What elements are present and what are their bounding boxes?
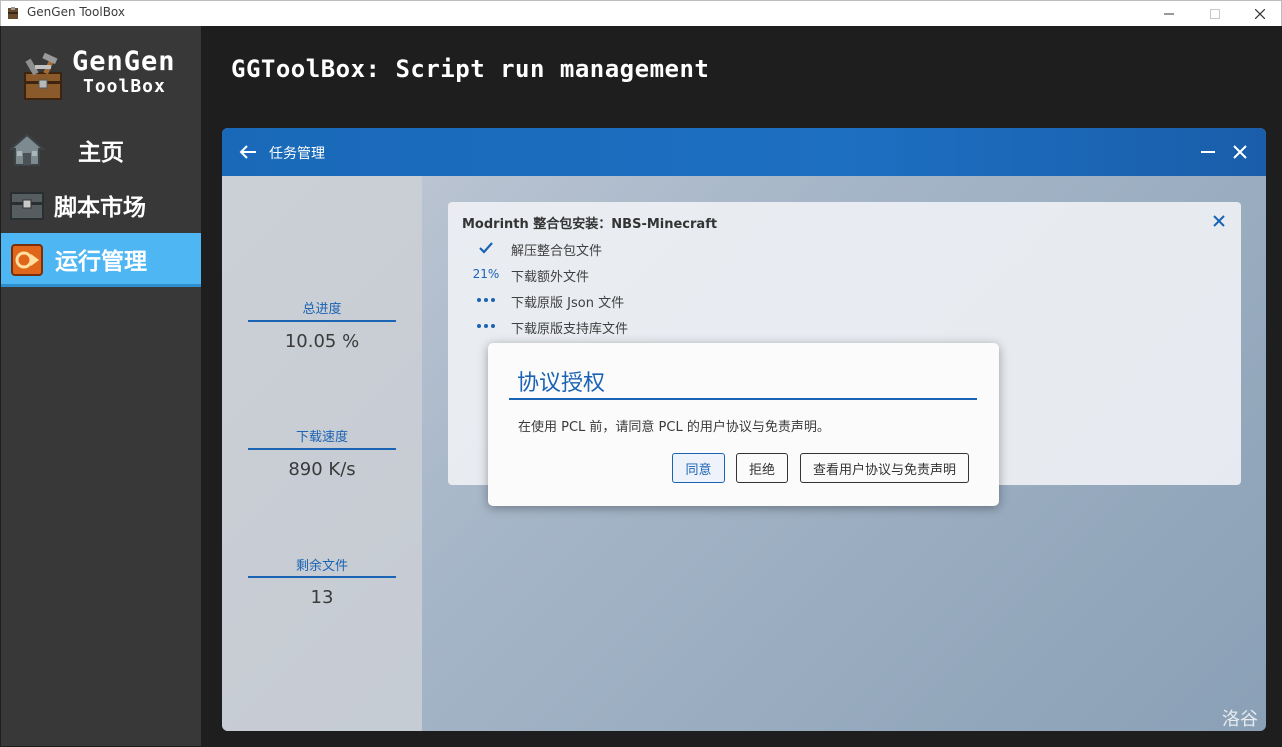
nav-item-script-market[interactable]: 脚本市场 — [1, 178, 201, 232]
launcher-title: 任务管理 — [269, 146, 325, 162]
minimize-icon[interactable] — [1198, 142, 1218, 162]
watermark: 洛谷 — [1222, 709, 1258, 730]
minimize-button[interactable] — [1146, 1, 1192, 27]
task-title: Modrinth 整合包安装：NBS-Minecraft — [462, 217, 718, 232]
stat-divider — [248, 448, 396, 450]
task-step-label: 下载原版支持库文件 — [511, 322, 629, 337]
dialog-divider — [509, 398, 977, 400]
task-step: 下载原版支持库文件 — [462, 315, 1222, 337]
task-step-label: 解压整合包文件 — [511, 244, 603, 259]
nav-item-run-management[interactable]: 运行管理 — [1, 233, 201, 287]
stat-value-total-progress: 10.05 % — [284, 331, 360, 352]
stat-label-download-speed: 下载速度 — [295, 430, 348, 445]
back-arrow-icon[interactable] — [238, 142, 258, 162]
agreement-dialog: 协议授权 在使用 PCL 前，请同意 PCL 的用户协议与免责声明。 同意 拒绝… — [488, 343, 999, 506]
logo-title: GenGen — [72, 46, 176, 77]
stats-panel: 总进度 10.05 % 下载速度 890 K/s 剩余文件 13 — [222, 176, 422, 731]
dialog-title: 协议授权 — [517, 371, 606, 396]
stat-value-remaining-files: 13 — [310, 587, 334, 608]
gear-play-icon — [11, 244, 43, 276]
task-step: 21% 下载额外文件 — [462, 263, 1222, 285]
stat-divider — [248, 576, 396, 578]
minimize-icon — [1164, 13, 1174, 15]
stat-value-download-speed: 890 K/s — [288, 459, 356, 480]
view-agreement-button[interactable]: 查看用户协议与免责声明 — [800, 453, 969, 483]
close-icon[interactable] — [1230, 142, 1250, 162]
window-title: GenGen ToolBox — [27, 5, 126, 19]
launcher-topbar: 任务管理 — [222, 128, 1266, 176]
sidebar: GenGen ToolBox 主页 脚本市场 运行管理 — [1, 26, 201, 746]
page-title: GGToolBox: Script run management — [231, 55, 710, 83]
stat-label-remaining-files: 剩余文件 — [295, 559, 348, 574]
house-icon — [9, 133, 45, 166]
dialog-message: 在使用 PCL 前，请同意 PCL 的用户协议与免责声明。 — [518, 420, 830, 435]
close-icon — [1255, 9, 1265, 19]
reject-button[interactable]: 拒绝 — [736, 453, 788, 483]
close-icon[interactable] — [1212, 214, 1226, 228]
nav-item-script-market-label: 脚本市场 — [54, 195, 146, 221]
task-step: 解压整合包文件 — [462, 237, 1222, 259]
logo-subtitle: ToolBox — [83, 76, 166, 97]
app-icon — [8, 7, 18, 19]
maximize-button[interactable] — [1192, 1, 1238, 27]
nav-item-run-management-label: 运行管理 — [55, 248, 147, 275]
stat-label-total-progress: 总进度 — [302, 302, 342, 317]
close-window-button[interactable] — [1237, 1, 1282, 27]
nav-item-home-label: 主页 — [78, 140, 124, 166]
toolbox-logo-icon — [24, 53, 62, 100]
pending-dots-icon — [462, 315, 510, 337]
task-step-percent: 21% — [472, 267, 500, 281]
stat-divider — [248, 320, 396, 322]
task-step-label: 下载额外文件 — [511, 270, 590, 285]
agree-button[interactable]: 同意 — [672, 453, 725, 483]
window-titlebar: GenGen ToolBox — [0, 0, 1282, 26]
check-icon — [462, 237, 510, 259]
task-step: 下载原版 Json 文件 — [462, 289, 1222, 311]
maximize-icon — [1210, 9, 1220, 19]
nav-item-home[interactable]: 主页 — [1, 123, 201, 177]
chest-icon — [10, 192, 44, 220]
task-step-label: 下载原版 Json 文件 — [511, 296, 625, 311]
pending-dots-icon — [462, 289, 510, 311]
